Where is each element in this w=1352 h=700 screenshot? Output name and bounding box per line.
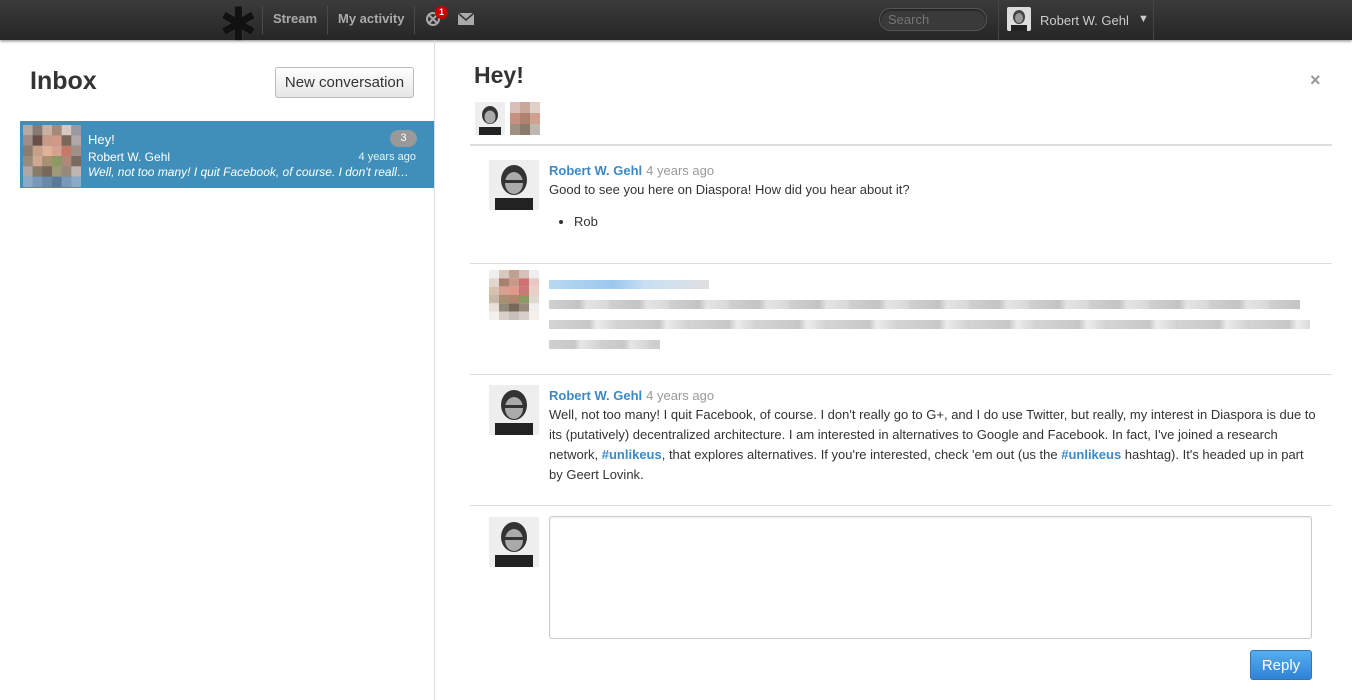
conversation-author: Robert W. Gehl (88, 150, 171, 164)
message-time: 4 years ago (646, 163, 715, 178)
conversation-preview: Well, not too many! I quit Facebook, of … (88, 165, 414, 179)
current-user-avatar (489, 517, 539, 567)
nav-my-activity-link[interactable]: My activity (338, 11, 404, 26)
message-text: Good to see you here on Diaspora! How di… (549, 182, 910, 197)
message-author-avatar[interactable] (489, 160, 539, 210)
message-author-link[interactable]: Robert W. Gehl (549, 388, 642, 403)
close-icon[interactable]: × (1310, 70, 1321, 91)
message: Robert W. Gehl 4 years ago Good to see yo… (470, 146, 1332, 264)
redacted-author (549, 280, 709, 289)
redacted-text-line (549, 320, 1310, 329)
redacted-text-line (549, 300, 1300, 309)
redacted-text-line (549, 340, 660, 349)
user-avatar (1007, 7, 1031, 31)
conversation-title: Hey! (474, 62, 524, 88)
inbox-panel: Inbox New conversation Hey! 3 Robert W. … (0, 40, 435, 700)
pixelated-avatar (23, 125, 81, 187)
search-input[interactable] (879, 8, 987, 31)
top-navigation-bar: ✱ Stream My activity 1 Robert W. Gehl ▼ (0, 0, 1352, 47)
message-count-badge: 3 (390, 130, 417, 147)
participant-avatar[interactable] (475, 102, 505, 135)
message-author-avatar[interactable] (489, 385, 539, 435)
message-list: Rob (574, 212, 1319, 232)
chevron-down-icon[interactable]: ▼ (1138, 13, 1149, 25)
message-time: 4 years ago (646, 388, 715, 403)
conversation-time: 4 years ago (358, 151, 416, 163)
message-body: Well, not too many! I quit Facebook, of … (549, 405, 1319, 485)
hashtag-link[interactable]: #unlikeus (1061, 447, 1121, 462)
conversation-list-item[interactable]: Hey! 3 Robert W. Gehl 4 years ago Well, … (20, 121, 434, 188)
mail-icon[interactable] (457, 12, 475, 26)
diaspora-logo-icon[interactable]: ✱ (219, 1, 258, 47)
hashtag-link[interactable]: #unlikeus (602, 447, 662, 462)
message-header: Robert W. Gehl 4 years ago (549, 388, 714, 403)
participant-avatar-pixelated[interactable] (510, 102, 540, 135)
nav-stream-link[interactable]: Stream (273, 11, 317, 26)
message: Robert W. Gehl 4 years ago Well, not too … (470, 375, 1332, 506)
nav-separator (327, 6, 328, 34)
inbox-title: Inbox (30, 67, 97, 95)
conversation-subject: Hey! (88, 132, 115, 147)
reply-button[interactable]: Reply (1250, 650, 1312, 680)
nav-separator (262, 6, 263, 34)
message-author-avatar-pixelated[interactable] (489, 270, 539, 320)
new-conversation-button[interactable]: New conversation (275, 67, 414, 98)
message-author-link[interactable]: Robert W. Gehl (549, 163, 642, 178)
message-header: Robert W. Gehl 4 years ago (549, 163, 714, 178)
message-text: , that explores alternatives. If you're … (661, 447, 1062, 462)
reply-textarea[interactable] (549, 516, 1312, 639)
message-body: Good to see you here on Diaspora! How di… (549, 180, 1319, 232)
message-redacted (470, 264, 1332, 375)
nav-separator (414, 6, 415, 34)
notification-count-badge: 1 (435, 6, 448, 19)
user-menu[interactable]: Robert W. Gehl ▼ (998, 0, 1154, 40)
message-list-item: Rob (574, 212, 1319, 232)
user-name: Robert W. Gehl (1040, 13, 1129, 28)
